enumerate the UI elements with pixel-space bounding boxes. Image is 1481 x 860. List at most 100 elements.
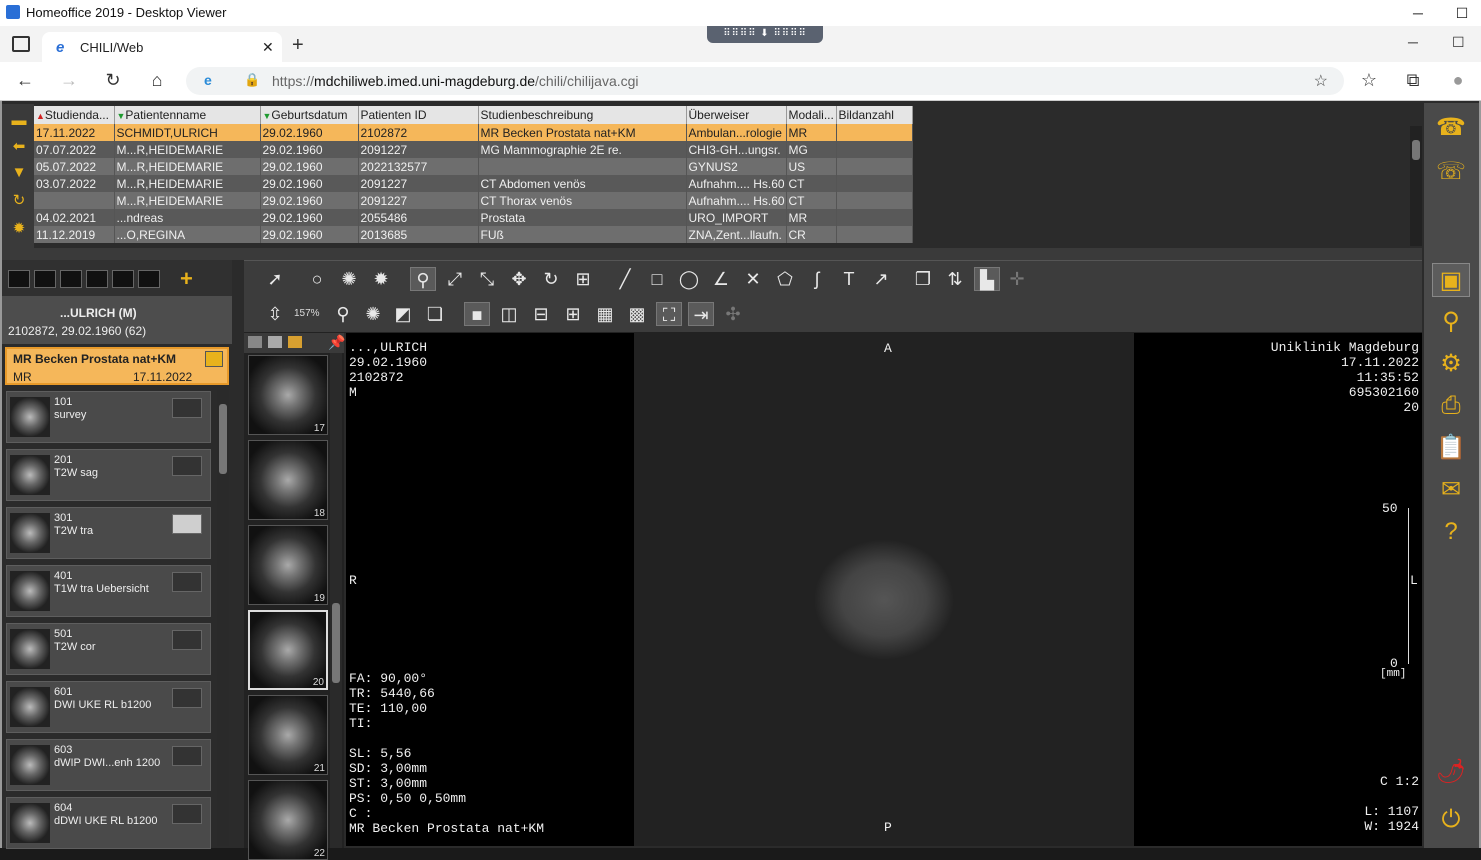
url-text[interactable]: https://mdchiliweb.imed.uni-magdeburg.de… — [272, 73, 639, 89]
layout-bars-icon[interactable] — [138, 270, 160, 288]
image-thumbnail[interactable]: 21 — [248, 695, 328, 775]
thumbnail-scrollbar[interactable] — [330, 353, 342, 848]
image-thumbnail[interactable]: 19 — [248, 525, 328, 605]
circle-tool-icon[interactable]: ◯ — [676, 267, 702, 291]
back-icon[interactable]: ← — [10, 70, 40, 92]
series-item[interactable]: 501 T2W cor — [6, 623, 211, 675]
layout-grid-icon[interactable] — [86, 270, 108, 288]
brightness-tool-icon[interactable]: ✺ — [336, 267, 362, 291]
series-item[interactable]: 601 DWI UKE RL b1200 — [6, 681, 211, 733]
reload-icon[interactable]: ↻ — [98, 70, 128, 92]
favorites-icon[interactable]: ☆ — [1354, 70, 1384, 92]
hangup-icon[interactable]: ☏ — [1432, 155, 1470, 189]
report-icon[interactable] — [205, 351, 223, 367]
power-icon[interactable]: ⏻ — [1432, 803, 1470, 837]
zoom-tool-icon[interactable]: ⚲ — [410, 267, 436, 291]
image-thumbnail[interactable]: 18 — [248, 440, 328, 520]
help-icon[interactable]: ? — [1432, 515, 1470, 549]
image-thumbnail[interactable]: 17 — [248, 355, 328, 435]
image-viewer[interactable]: ...,ULRICH 29.02.1960 2102872 M Uniklini… — [346, 333, 1422, 846]
series-status-box[interactable] — [172, 456, 202, 476]
series-status-box[interactable] — [172, 572, 202, 592]
pan-tool-icon[interactable]: ✥ — [506, 267, 532, 291]
window-restore-icon[interactable]: ☐ — [1452, 34, 1465, 51]
home-icon[interactable]: ⌂ — [142, 70, 172, 92]
scroll-thumb[interactable] — [219, 404, 227, 474]
series-item[interactable]: 101 survey — [6, 391, 211, 443]
series-status-box[interactable] — [172, 398, 202, 418]
window-minimize-icon[interactable]: ─ — [1408, 34, 1418, 50]
column-header[interactable]: ▼Geburtsdatum — [260, 106, 359, 124]
add-favorite-icon[interactable]: ☆ — [1314, 71, 1328, 91]
column-header[interactable]: ▼Patientenname — [114, 106, 261, 124]
arrow-tool-icon[interactable]: ↗ — [868, 267, 894, 291]
table-row[interactable]: 07.07.2022 M...R,HEIDEMARIE 29.02.1960 2091… — [34, 141, 913, 158]
column-header[interactable]: ▲Studienda... — [34, 106, 115, 124]
image-thumbnail[interactable]: 22 — [248, 780, 328, 860]
series-status-box[interactable] — [172, 746, 202, 766]
series-status-box[interactable] — [172, 514, 202, 534]
series-status-box[interactable] — [172, 688, 202, 708]
view-1x2-icon[interactable]: ◫ — [496, 302, 522, 326]
series-item[interactable]: 201 T2W sag — [6, 449, 211, 501]
splitter[interactable] — [2, 248, 1422, 260]
invert-icon[interactable]: ◩ — [390, 302, 416, 326]
contrast-tool-icon[interactable]: ✹ — [368, 267, 394, 291]
layout-rows-icon[interactable] — [34, 270, 56, 288]
printer-icon[interactable]: ⎙ — [1432, 389, 1470, 423]
study-list-scrollbar[interactable] — [1410, 126, 1422, 246]
tab-actions-icon[interactable] — [12, 36, 30, 52]
add-icon[interactable]: + — [180, 266, 193, 292]
profile-avatar[interactable]: ● — [1443, 70, 1473, 92]
new-tab-button[interactable]: + — [292, 34, 304, 57]
ie-mode-icon[interactable]: e — [204, 72, 212, 88]
series-item[interactable]: 603 dWIP DWI...enh 1200 — [6, 739, 211, 791]
text-tool-icon[interactable]: T — [836, 267, 862, 291]
drag-handle[interactable]: ⠿⠿⠿⠿ ⬇ ⠿⠿⠿⠿ — [707, 26, 823, 43]
scroll-thumb[interactable] — [1412, 140, 1420, 160]
copy-tool-icon[interactable]: ❐ — [910, 267, 936, 291]
strip-edit-icon[interactable] — [248, 336, 262, 348]
table-row[interactable]: 03.07.2022 M...R,HEIDEMARIE 29.02.1960 2091… — [34, 175, 913, 192]
freehand-tool-icon[interactable]: ʃ — [804, 267, 830, 291]
stack-copy-icon[interactable]: ❏ — [422, 302, 448, 326]
address-bar[interactable]: e 🔒 https://mdchiliweb.imed.uni-magdebur… — [186, 67, 1344, 95]
maximize-button[interactable]: ☐ — [1442, 2, 1481, 24]
line-tool-icon[interactable]: ╱ — [612, 267, 638, 291]
rectangle-tool-icon[interactable]: □ — [644, 267, 670, 291]
angle-tool-icon[interactable]: ∠ — [708, 267, 734, 291]
layout-cols-icon[interactable] — [60, 270, 82, 288]
column-header[interactable]: Bildanzahl — [836, 106, 913, 124]
forward-icon[interactable]: → — [54, 70, 84, 92]
fit-alt-tool-icon[interactable]: ⤡ — [474, 267, 500, 291]
fit-tool-icon[interactable]: ⤢ — [442, 267, 468, 291]
search-icon[interactable]: ⚲ — [1432, 305, 1470, 339]
clipboard-icon[interactable]: 📋 — [1432, 431, 1470, 465]
column-header[interactable]: Studienbeschreibung — [478, 106, 687, 124]
export-icon[interactable]: ⇥ — [688, 302, 714, 326]
collections-icon[interactable]: ⧉ — [1398, 70, 1428, 92]
crop-tool-icon[interactable]: ⊞ — [570, 267, 596, 291]
table-row[interactable]: M...R,HEIDEMARIE 29.02.1960 2091227 CT Thor… — [34, 192, 913, 209]
mri-image[interactable] — [634, 333, 1134, 846]
column-header[interactable]: Überweiser — [686, 106, 787, 124]
column-header[interactable]: Patienten ID — [358, 106, 479, 124]
phone-icon[interactable]: ☎ — [1432, 111, 1470, 145]
tab-close-icon[interactable]: ✕ — [262, 39, 274, 56]
swap-tool-icon[interactable]: ⇅ — [942, 267, 968, 291]
series-status-box[interactable] — [172, 804, 202, 824]
settings-icon[interactable]: ✹ — [8, 218, 30, 240]
crosshair-tool-icon[interactable]: ✛ — [1004, 267, 1030, 291]
scroll-thumb[interactable] — [332, 603, 340, 683]
tab-chili-web[interactable]: e CHILI/Web ✕ — [42, 32, 282, 62]
view-2x1-icon[interactable]: ⊟ — [528, 302, 554, 326]
viewer-icon[interactable]: ▣ — [1432, 263, 1470, 297]
table-row[interactable]: 05.07.2022 M...R,HEIDEMARIE 29.02.1960 2022… — [34, 158, 913, 175]
series-scrollbar[interactable] — [217, 390, 229, 846]
fullscreen-icon[interactable]: ⛶ — [656, 302, 682, 326]
series-item[interactable]: 401 T1W tra Uebersicht — [6, 565, 211, 617]
window-level-icon[interactable]: ✺ — [360, 302, 386, 326]
strip-list-icon[interactable] — [268, 336, 282, 348]
pointer-tool-icon[interactable]: ➚ — [262, 267, 288, 291]
dot-tool-icon[interactable]: ○ — [304, 267, 330, 291]
